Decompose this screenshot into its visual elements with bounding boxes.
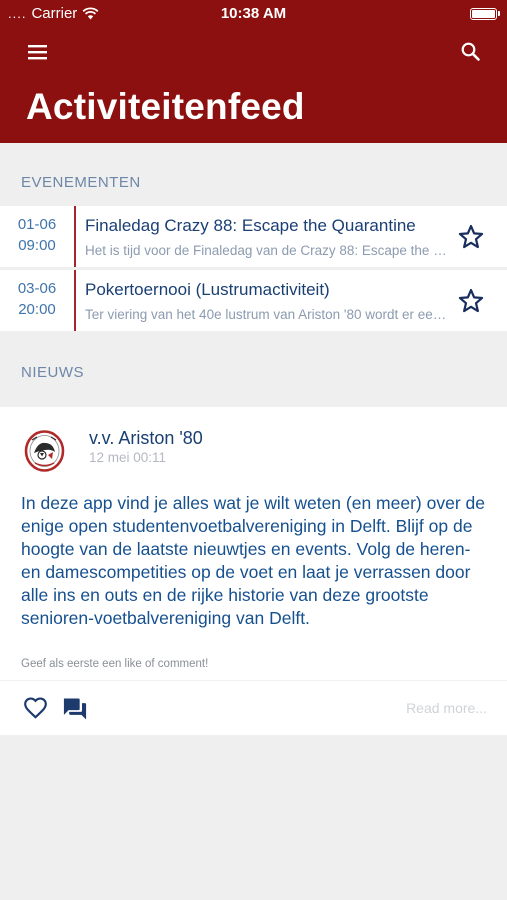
menu-icon — [28, 45, 47, 60]
post-divider — [0, 680, 507, 681]
event-title: Finaledag Crazy 88: Escape the Quarantin… — [85, 216, 416, 235]
post-body: In deze app vind je alles wat je wilt we… — [21, 493, 485, 628]
post-likes-summary: Geef als eerste een like of comment! — [21, 658, 209, 670]
event-day: 03-06 — [17, 280, 57, 297]
post-date: 12 mei 00:11 — [89, 450, 167, 465]
avatar — [23, 428, 66, 474]
star-outline-icon — [458, 224, 484, 249]
event-item[interactable]: 03-06 20:00 Pokertoernooi (Lustrumactivi… — [0, 270, 507, 331]
news-section-label: NIEUWS — [21, 364, 84, 381]
event-item[interactable]: 01-06 09:00 Finaledag Crazy 88: Escape t… — [0, 206, 507, 267]
event-divider — [74, 206, 76, 267]
event-divider — [74, 270, 76, 331]
menu-button[interactable] — [24, 40, 52, 64]
event-day: 01-06 — [17, 216, 57, 233]
event-date: 03-06 20:00 — [0, 278, 74, 320]
comment-icon — [63, 698, 87, 720]
news-post: v.v. Ariston '80 12 mei 00:11 In deze ap… — [0, 407, 507, 735]
favorite-button[interactable] — [457, 287, 485, 315]
comment-button[interactable] — [61, 695, 89, 723]
like-button[interactable] — [22, 695, 49, 721]
search-button[interactable] — [459, 40, 483, 64]
event-description: Het is tijd voor de Finaledag van de Cra… — [85, 243, 450, 258]
search-icon — [461, 42, 480, 61]
club-logo-icon — [24, 430, 65, 472]
heart-outline-icon — [24, 697, 47, 719]
event-date: 01-06 09:00 — [0, 214, 74, 256]
status-bar: .... Carrier 10:38 AM — [0, 0, 507, 30]
post-author: v.v. Ariston '80 — [89, 428, 203, 448]
page-title: Activiteitenfeed — [26, 86, 305, 127]
read-more-link[interactable]: Read more... — [406, 700, 487, 716]
app-root: .... Carrier 10:38 AM Activiteitenfeed E… — [0, 0, 507, 900]
status-time: 10:38 AM — [220, 5, 287, 22]
event-time: 20:00 — [18, 301, 56, 318]
favorite-button[interactable] — [457, 223, 485, 251]
star-outline-icon — [458, 288, 484, 313]
app-header: .... Carrier 10:38 AM Activiteitenfeed — [0, 0, 507, 143]
battery-icon — [470, 8, 500, 20]
event-time: 09:00 — [18, 237, 56, 254]
event-description: Ter viering van het 40e lustrum van Aris… — [85, 307, 450, 322]
events-section-label: EVENEMENTEN — [21, 174, 141, 191]
event-title: Pokertoernooi (Lustrumactiviteit) — [85, 280, 330, 299]
